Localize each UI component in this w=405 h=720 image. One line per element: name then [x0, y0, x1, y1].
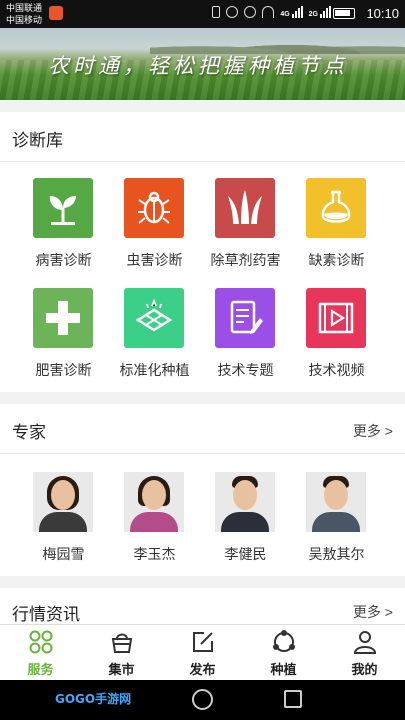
tab-label: 服务: [27, 662, 54, 677]
carrier-names: 中国联通 中国移动: [6, 2, 42, 26]
avatar: [33, 472, 93, 532]
avatar: [306, 472, 366, 532]
grid-service-icon: [29, 630, 52, 654]
diag-label: 标准化种植: [119, 362, 190, 378]
flask-icon: [306, 178, 366, 238]
document-pen-icon: [215, 288, 275, 348]
grass-icon: [215, 178, 275, 238]
market-more-link[interactable]: 更多 >: [353, 602, 393, 622]
diagnosis-section: 诊断库 病害诊断 虫害诊断 除草剂药害 缺素诊断 肥害诊断 标准化种植 技术专题…: [0, 112, 405, 392]
status-bar: 中国联通 中国移动 4G 2G 10:10: [0, 0, 405, 28]
video-play-icon: [306, 288, 366, 348]
banner-slogan: 农时通，轻松把握种植节点: [48, 54, 348, 78]
tab-profile[interactable]: 我的: [324, 625, 405, 680]
network-type-2: 2G: [308, 11, 318, 18]
expert-name: 吴敖其尔: [308, 546, 365, 562]
alarm-icon: [226, 6, 239, 18]
bluetooth-icon: [212, 6, 221, 18]
diagnosis-title: 诊断库: [12, 131, 63, 150]
experts-section: 专家 更多 > 梅园雪 李玉杰 李健民 吴敖其尔: [0, 404, 405, 576]
experts-more-link[interactable]: 更多 >: [353, 421, 393, 441]
tab-market[interactable]: 集市: [81, 625, 162, 680]
diag-label: 除草剂药害: [210, 252, 281, 268]
edit-icon: [192, 632, 213, 652]
diag-label: 缺素诊断: [308, 252, 365, 268]
tab-publish[interactable]: 发布: [162, 625, 243, 680]
fertilizer-plus-icon: [33, 288, 93, 348]
diag-label: 肥害诊断: [35, 362, 92, 378]
experts-header: 专家 更多 >: [0, 404, 405, 454]
carrier-2: 中国移动: [6, 15, 43, 25]
expert-name: 梅园雪: [42, 546, 85, 562]
signal-icon-1: 4G: [280, 6, 303, 18]
diag-label: 技术专题: [217, 362, 274, 378]
wifi-icon: [262, 6, 275, 18]
tab-planting[interactable]: 种植: [243, 625, 324, 680]
market-section: 行情资讯 更多 >: [0, 588, 405, 628]
eye-icon: [244, 6, 257, 18]
recents-button[interactable]: [284, 690, 302, 708]
tab-label: 种植: [270, 662, 297, 677]
home-button[interactable]: [192, 689, 213, 710]
market-title: 行情资讯: [12, 605, 80, 624]
tab-label: 我的: [351, 662, 378, 677]
diag-label: 技术视频: [308, 362, 365, 378]
tab-service[interactable]: 服务: [0, 625, 81, 680]
bug-icon: [124, 178, 184, 238]
status-time: 10:10: [366, 6, 399, 21]
battery-icon: [333, 8, 355, 19]
experts-title: 专家: [12, 423, 46, 442]
diag-label: 病害诊断: [35, 252, 92, 268]
seedling-icon: [33, 178, 93, 238]
diag-label: 虫害诊断: [126, 252, 183, 268]
system-nav-bar: GOGO手游网: [0, 680, 405, 720]
field-grid-icon: [124, 288, 184, 348]
watermark-logo: GOGO手游网: [55, 692, 132, 706]
diagnosis-header: 诊断库: [0, 112, 405, 162]
app-notification-icon: [49, 6, 63, 20]
avatar: [215, 472, 275, 532]
status-icons: 4G 2G: [212, 6, 331, 18]
basket-icon: [111, 633, 132, 653]
tab-label: 集市: [108, 662, 135, 677]
expert-name: 李健民: [224, 546, 267, 562]
network-type-1: 4G: [280, 11, 290, 18]
carrier-1: 中国联通: [6, 3, 43, 13]
signal-icon-2: 2G: [309, 6, 331, 18]
user-icon: [353, 631, 376, 654]
bottom-tab-bar: 服务 集市 发布 种植 我的: [0, 624, 405, 680]
circle-dots-icon: [272, 630, 295, 652]
promo-banner[interactable]: 农时通，轻松把握种植节点: [0, 28, 405, 100]
tab-label: 发布: [189, 662, 216, 677]
avatar: [124, 472, 184, 532]
expert-name: 李玉杰: [133, 546, 176, 562]
